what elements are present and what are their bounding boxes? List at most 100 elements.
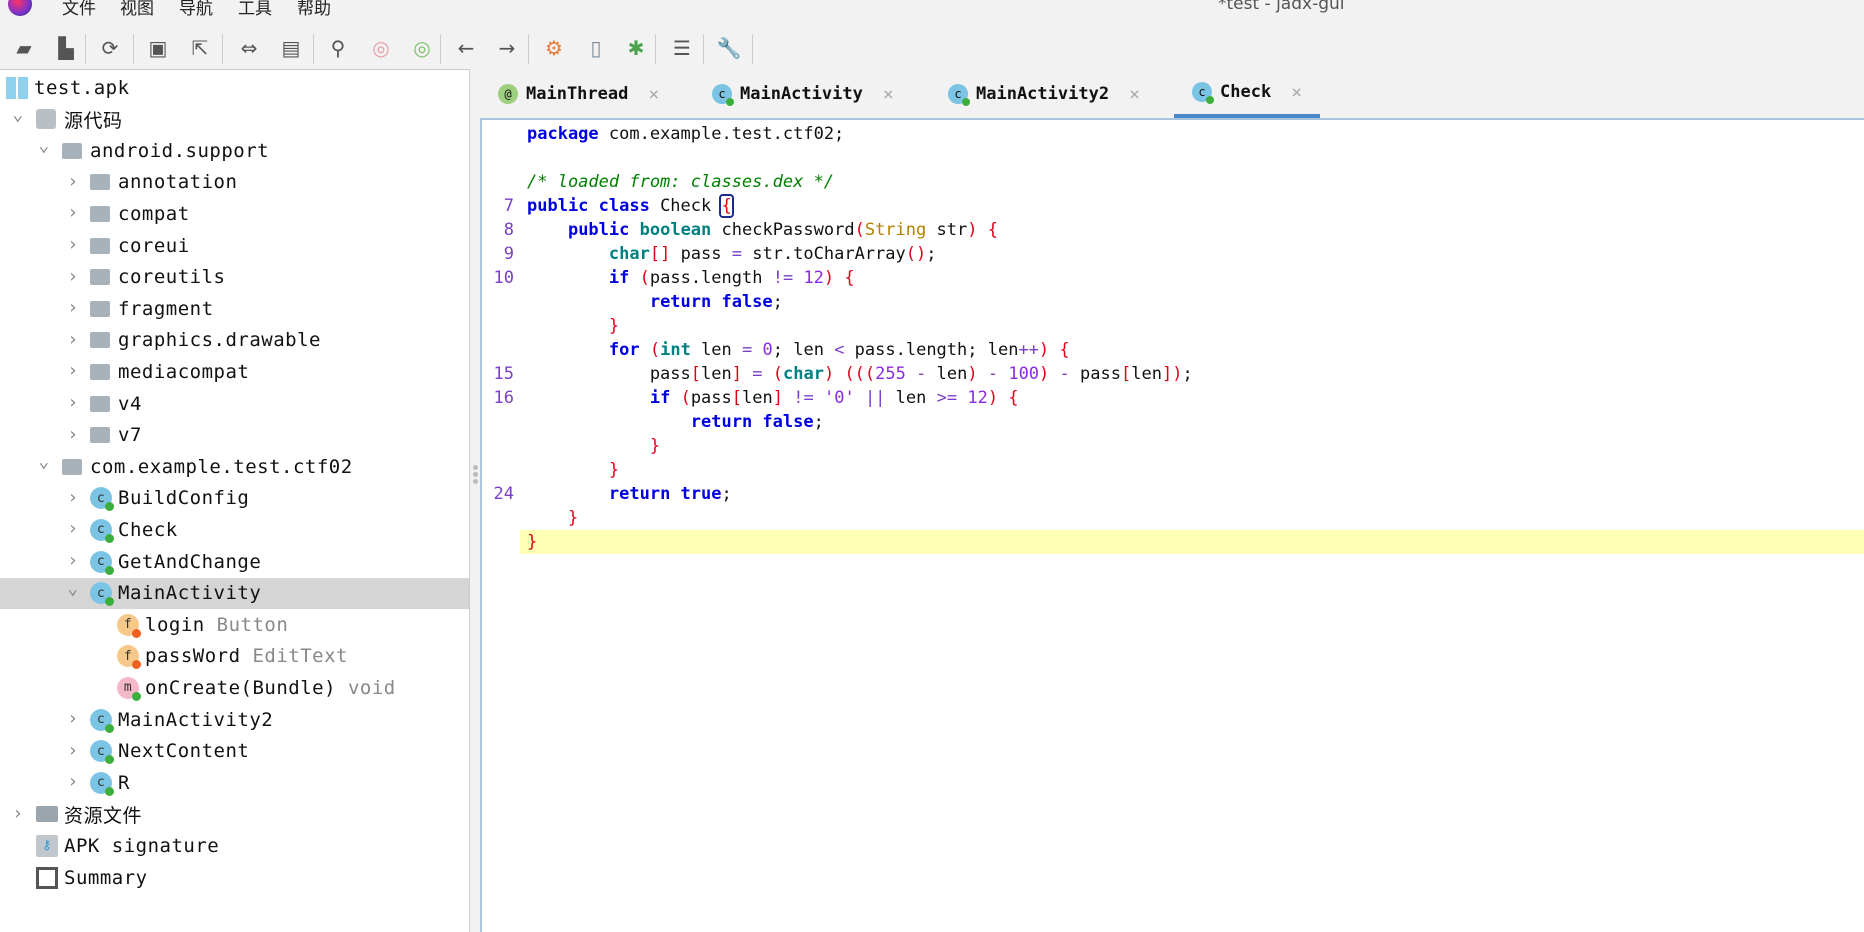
code-token: com.example.test.ctf02; <box>598 124 845 144</box>
chevron-down-icon[interactable]: ⌄ <box>65 579 81 597</box>
package-folder-icon <box>90 427 110 444</box>
close-icon[interactable]: × <box>883 84 894 105</box>
forward-icon[interactable]: → <box>493 34 521 62</box>
close-icon[interactable]: × <box>648 84 659 105</box>
chevron-right-icon[interactable]: › <box>65 172 81 190</box>
export-icon[interactable]: ⇱ <box>186 34 214 62</box>
chevron-down-icon[interactable]: ⌄ <box>36 453 52 471</box>
search-class-icon[interactable]: ◎ <box>367 34 395 62</box>
menu-file[interactable]: 文件 <box>62 0 96 19</box>
tree-item[interactable]: › c BuildConfig <box>0 483 469 514</box>
code-text: if (pass.length != 12) { <box>527 266 855 290</box>
tree-item[interactable]: › coreutils <box>0 262 469 293</box>
tree-item[interactable]: ⌄ 源代码 <box>0 104 469 135</box>
menu-tools[interactable]: 工具 <box>238 0 272 19</box>
tree-item[interactable]: ⌄ com.example.test.ctf02 <box>0 451 469 482</box>
search-usage-icon[interactable]: ◎ <box>408 34 436 62</box>
source-code-icon <box>36 109 56 130</box>
device-icon[interactable]: ▯ <box>582 34 610 62</box>
chevron-right-icon[interactable]: › <box>65 552 81 570</box>
tree-item[interactable]: › c GetAndChange <box>0 546 469 577</box>
code-token: ((( <box>844 364 876 384</box>
tree-item[interactable]: › coreui <box>0 230 469 261</box>
tree-item[interactable]: › c MainActivity2 <box>0 704 469 735</box>
chevron-right-icon[interactable]: › <box>65 362 81 380</box>
code-token: { <box>719 194 734 218</box>
code-line: } <box>482 314 1864 338</box>
tree-item[interactable]: › v7 <box>0 420 469 451</box>
reload-icon[interactable]: ⟳ <box>96 34 124 62</box>
chevron-right-icon[interactable]: › <box>65 204 81 222</box>
close-icon[interactable]: × <box>1291 82 1302 103</box>
chevron-right-icon[interactable]: › <box>65 425 81 443</box>
chevron-right-icon[interactable]: › <box>65 488 81 506</box>
line-number: 8 <box>503 220 514 240</box>
tree-item[interactable]: › mediacompat <box>0 356 469 387</box>
tree-item[interactable]: ⌄ c MainActivity <box>0 577 469 609</box>
tree-item[interactable]: › 资源文件 <box>0 799 469 830</box>
menu-navigation[interactable]: 导航 <box>179 0 213 19</box>
tree-item-label: Check <box>118 519 178 541</box>
debug-icon[interactable]: ✱ <box>622 34 650 62</box>
tab-check[interactable]: c Check × <box>1174 70 1321 118</box>
log-icon[interactable]: ☰ <box>668 34 696 62</box>
resources-folder-icon <box>36 806 58 823</box>
chevron-right-icon[interactable]: › <box>65 520 81 538</box>
splitter-handle[interactable] <box>471 69 480 932</box>
search-icon[interactable]: ⚲ <box>324 34 352 62</box>
tree-item[interactable]: › compat <box>0 198 469 229</box>
open-folder-icon[interactable]: ▰ <box>10 34 38 62</box>
tree-item[interactable]: ⚷ APK signature <box>0 830 469 861</box>
tree-item[interactable]: › fragment <box>0 293 469 324</box>
toolbar-separator <box>528 34 529 64</box>
chevron-right-icon[interactable]: › <box>65 236 81 254</box>
tree-item[interactable]: › c NextContent <box>0 736 469 767</box>
menu-view[interactable]: 视图 <box>120 0 154 19</box>
add-files-icon[interactable]: ▙ <box>52 34 80 62</box>
tree-item-type: void <box>347 676 396 699</box>
tab-mainactivity2[interactable]: c MainActivity2 × <box>948 70 1140 118</box>
deobfuscation-icon[interactable]: ⚙ <box>540 34 568 62</box>
tree-item[interactable]: › v4 <box>0 388 469 419</box>
save-icon[interactable]: ▣ <box>144 34 172 62</box>
decompile-folder-icon[interactable]: ▤ <box>277 34 305 62</box>
tree-item[interactable]: f passWord EditText <box>0 641 469 672</box>
preferences-icon[interactable]: 🔧 <box>715 34 743 62</box>
close-icon[interactable]: × <box>1129 84 1140 105</box>
code-token: - <box>916 364 927 384</box>
project-tree[interactable]: test.apk ⌄ 源代码 ⌄ android.support › annotation ›… <box>0 69 470 932</box>
chevron-right-icon[interactable]: › <box>65 710 81 728</box>
code-token: Check <box>649 196 722 216</box>
tree-item[interactable]: Summary <box>0 862 469 893</box>
code-editor[interactable]: package com.example.test.ctf02; /* loaded… <box>480 118 1864 932</box>
chevron-right-icon[interactable]: › <box>65 299 81 317</box>
tree-item[interactable]: › c R <box>0 767 469 798</box>
chevron-right-icon[interactable]: › <box>65 394 81 412</box>
chevron-down-icon[interactable]: ⌄ <box>36 137 52 155</box>
tab-mainactivity[interactable]: c MainActivity × <box>712 70 894 118</box>
tree-item[interactable]: test.apk <box>0 72 469 103</box>
tree-item-name: R <box>118 771 130 794</box>
tree-item-name: Check <box>118 518 178 541</box>
sync-icon[interactable]: ⇔ <box>235 34 263 62</box>
chevron-right-icon[interactable]: › <box>65 773 81 791</box>
chevron-right-icon[interactable]: › <box>65 741 81 759</box>
back-icon[interactable]: ← <box>452 34 480 62</box>
class-icon: c <box>90 518 114 543</box>
chevron-down-icon[interactable]: ⌄ <box>10 105 26 123</box>
tab-mainthread[interactable]: @ MainThread × <box>498 70 659 118</box>
chevron-right-icon[interactable]: › <box>65 267 81 285</box>
tree-item[interactable]: › annotation <box>0 167 469 198</box>
tree-item[interactable]: › graphics.drawable <box>0 325 469 356</box>
chevron-right-icon[interactable]: › <box>65 330 81 348</box>
tree-item[interactable]: ⌄ android.support <box>0 135 469 166</box>
tree-item[interactable]: f login Button <box>0 609 469 640</box>
tree-item-label: test.apk <box>34 77 130 99</box>
tree-item-name: MainActivity2 <box>118 708 274 731</box>
menu-help[interactable]: 帮助 <box>297 0 331 19</box>
tree-item[interactable]: m onCreate(Bundle) void <box>0 672 469 703</box>
chevron-right-icon[interactable]: › <box>10 804 26 822</box>
tree-item[interactable]: › c Check <box>0 514 469 545</box>
